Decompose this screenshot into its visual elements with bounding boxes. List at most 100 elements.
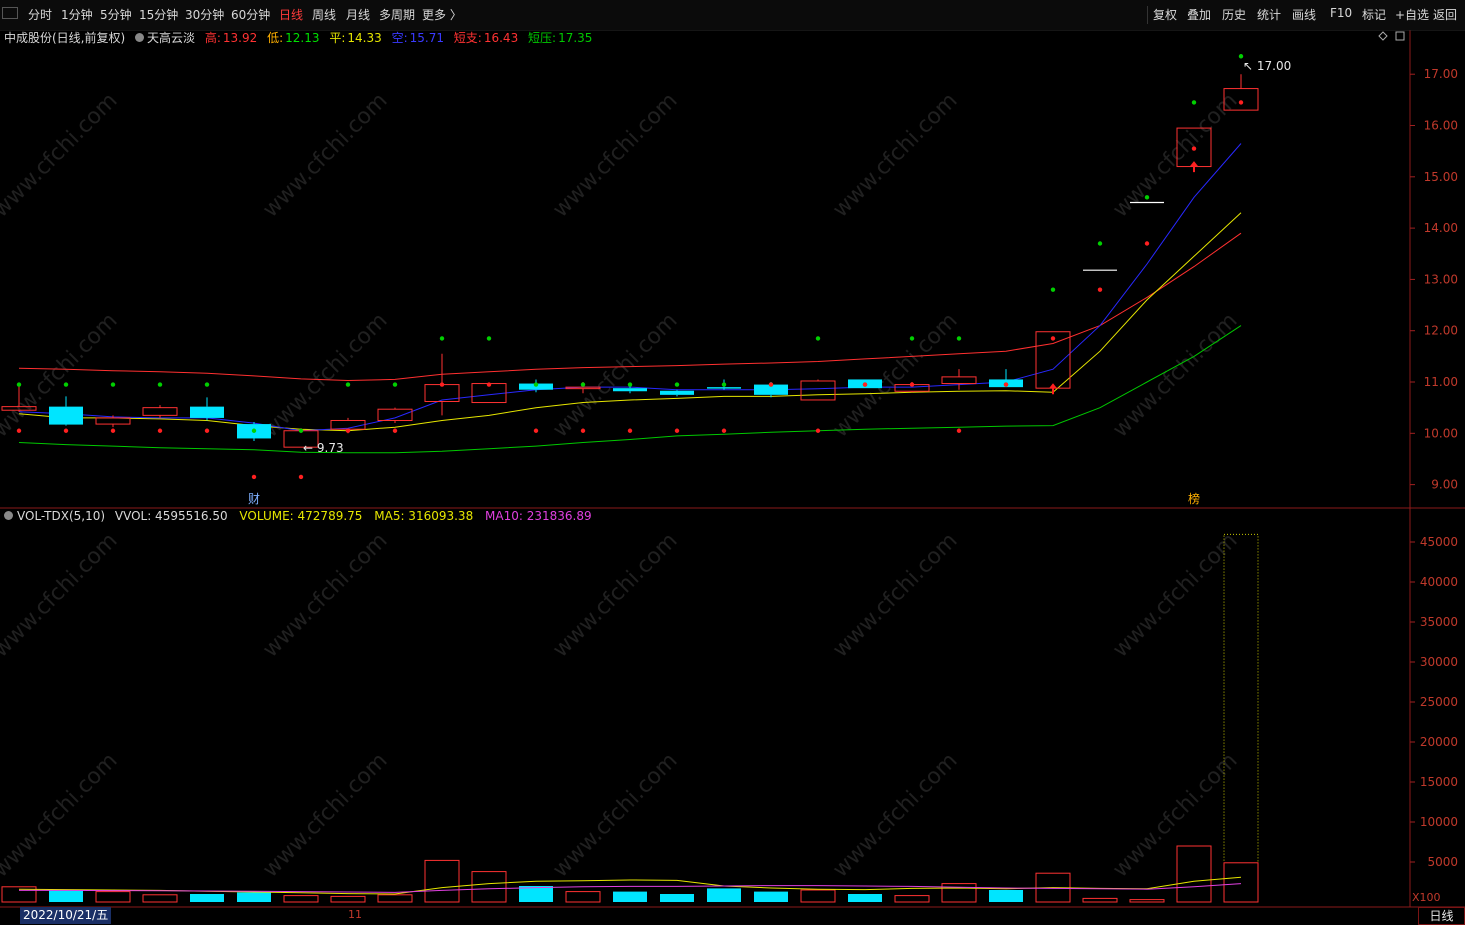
green-signal-dot — [1238, 54, 1244, 59]
green-signal-dot — [392, 382, 398, 387]
ma-yellow-line — [18, 212, 1242, 432]
history-button[interactable]: 历史 — [1222, 6, 1246, 23]
period-tab-5min[interactable]: 5分钟 — [100, 6, 132, 23]
candle-body-down[interactable] — [613, 388, 647, 392]
red-signal-dot — [345, 428, 351, 433]
vvol-value: VVOL: 4595516.50 — [114, 509, 228, 523]
red-signal-dot — [627, 428, 633, 433]
volume-toggle-icon[interactable] — [4, 511, 13, 520]
volume-unit-label: X100 — [1412, 891, 1441, 904]
volume-tick-label: 45000 — [1420, 535, 1458, 549]
period-tab-more[interactable]: 更多 〉 — [422, 6, 462, 23]
red-signal-dot — [1097, 287, 1103, 292]
candle-body-up[interactable] — [377, 408, 413, 421]
candle-body-down[interactable] — [660, 390, 694, 395]
low-price-label: ← 9.73 — [303, 441, 344, 455]
volume-tick-label: 5000 — [1427, 855, 1458, 869]
green-signal-dot — [1097, 241, 1103, 246]
stock-title: 中成股份(日线,前复权) — [4, 31, 126, 45]
red-signal-dot — [63, 428, 69, 433]
high-price-label: ↖ 17.00 — [1243, 59, 1291, 73]
red-signal-dot — [1003, 382, 1009, 387]
candle-body-down[interactable] — [49, 406, 83, 425]
statistics-button[interactable]: 统计 — [1257, 6, 1281, 23]
window-icon[interactable] — [1395, 31, 1405, 41]
red-signal-dot — [439, 382, 445, 387]
f10-button[interactable]: F10 — [1330, 6, 1352, 20]
period-tab-60min[interactable]: 60分钟 — [231, 6, 270, 23]
draw-line-button[interactable]: 画线 — [1292, 6, 1316, 23]
green-signal-dot — [909, 336, 915, 341]
menu-icon[interactable] — [2, 7, 18, 19]
green-signal-dot — [157, 382, 163, 387]
add-watchlist-button[interactable]: +自选 — [1395, 6, 1429, 23]
volume-value: VOLUME: 472789.75 — [239, 509, 363, 523]
watermark-layer: www.cfchi.com www.cfchi.com www.cfchi.com w… — [0, 88, 1243, 882]
volume-bar-up — [1082, 897, 1118, 903]
volume-bar-up — [1223, 862, 1259, 903]
volume-ma-lines — [18, 876, 1242, 895]
red-signal-dot — [956, 428, 962, 433]
red-signal-dot — [1238, 100, 1244, 105]
period-tab-monthly[interactable]: 月线 — [346, 6, 370, 23]
indicator-toggle-icon[interactable] — [135, 33, 145, 42]
candle-body-up[interactable] — [95, 417, 131, 425]
red-signal-dot — [204, 428, 210, 433]
volume-bar-down — [49, 890, 83, 902]
candle-body-up[interactable] — [941, 376, 977, 385]
period-tab-1min[interactable]: 1分钟 — [61, 6, 93, 23]
rank-marker-icon[interactable]: 榜 — [1188, 491, 1200, 506]
watermark-text: www.cfchi.com — [828, 88, 962, 222]
candle-body-up[interactable] — [800, 380, 836, 401]
watermark-text: www.cfchi.com — [258, 88, 392, 222]
volume-bar-up — [95, 891, 131, 903]
lo-label: 低: — [267, 31, 284, 45]
volume-bar-down — [237, 892, 271, 902]
candle-body-up[interactable] — [142, 407, 178, 416]
period-tab-multi[interactable]: 多周期 — [379, 6, 415, 23]
period-indicator-tab[interactable]: 日线 — [1418, 907, 1465, 925]
mark-button[interactable]: 标记 — [1362, 6, 1386, 23]
volume-info-line: VOL-TDX(5,10) VVOL: 4595516.50 VOLUME: 4… — [4, 509, 592, 523]
restore-rights-button[interactable]: 复权 — [1153, 6, 1177, 23]
period-toolbar: 分时 1分钟 5分钟 15分钟 30分钟 60分钟 日线 周线 月线 多周期 更… — [0, 0, 1465, 30]
finance-marker-icon[interactable]: 财 — [248, 492, 260, 506]
red-signal-dot — [1050, 336, 1056, 341]
volume-bar-down — [848, 894, 882, 902]
candle-body-down[interactable] — [707, 387, 741, 389]
red-signal-dot — [251, 474, 257, 480]
back-button[interactable]: 返回 — [1433, 6, 1457, 23]
cursor-date-label: 2022/10/21/五 — [20, 907, 112, 924]
short-pressure-label: 短压: — [528, 31, 557, 45]
period-tab-fenshi[interactable]: 分时 — [28, 6, 52, 23]
period-tab-15min[interactable]: 15分钟 — [139, 6, 178, 23]
lo-value: 12.13 — [285, 31, 320, 45]
green-signal-dot — [110, 382, 116, 387]
price-tick-label: 13.00 — [1424, 272, 1458, 286]
volume-indicator-name[interactable]: VOL-TDX(5,10) — [17, 509, 105, 523]
volume-bar-up — [800, 889, 836, 903]
indicator-name[interactable]: 天高云淡 — [147, 31, 195, 45]
green-signal-dot — [1191, 100, 1197, 105]
candle-body-down[interactable] — [190, 406, 224, 418]
red-signal-dot — [110, 428, 116, 433]
overlay-button[interactable]: 叠加 — [1187, 6, 1211, 23]
green-signal-dot — [486, 336, 492, 341]
period-tab-daily[interactable]: 日线 — [279, 6, 303, 23]
price-tick-label: 12.00 — [1424, 324, 1458, 338]
watermark-text: www.cfchi.com — [828, 748, 962, 882]
red-signal-dot — [392, 428, 398, 433]
volume-bar-down — [707, 888, 741, 902]
period-tab-30min[interactable]: 30分钟 — [185, 6, 224, 23]
chart-markers: ← 9.73 ↖ 17.00 财 榜 — [248, 59, 1291, 506]
price-tick-label: 10.00 — [1424, 426, 1458, 440]
period-tab-weekly[interactable]: 周线 — [312, 6, 336, 23]
volume-bar-up — [1129, 899, 1165, 903]
green-signal-dot — [204, 382, 210, 387]
toolbar-divider — [1147, 6, 1148, 24]
diamond-icon[interactable] — [1378, 31, 1388, 41]
price-ma-lines — [18, 143, 1242, 454]
volume-tick-label: 25000 — [1420, 695, 1458, 709]
month-tick-label: 11 — [348, 908, 362, 921]
stock-chart[interactable]: www.cfchi.com www.cfchi.com www.cfchi.com w… — [0, 0, 1465, 925]
